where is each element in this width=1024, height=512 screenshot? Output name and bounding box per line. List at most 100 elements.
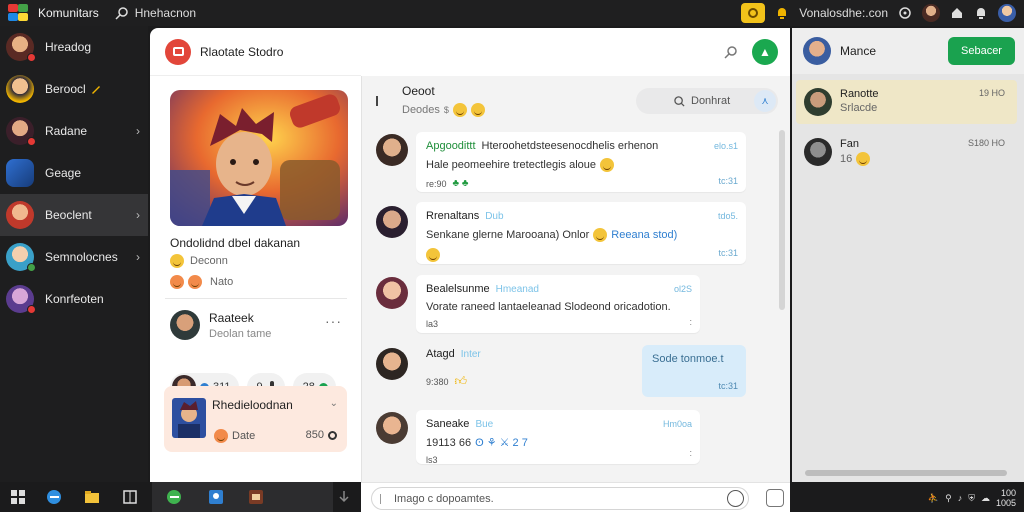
sidebar-item-hreadog[interactable]: Hreadog [0,26,148,68]
thread-sub: Deodes $ [402,103,485,117]
profile-status-text: Deconn [190,255,228,267]
own-message-bubble[interactable]: Sode tonmoe.t tc:31 [642,345,746,397]
search-icon[interactable] [115,6,129,20]
avatar [6,117,36,146]
avatar[interactable] [376,277,408,309]
more-icon[interactable]: ··· [325,313,342,329]
message-bubble[interactable]: Rrenaltans Dub tdo5. Senkane glerne Maroo… [416,202,746,264]
add-button[interactable]: ▲ [752,39,778,65]
message-bubble[interactable]: Bealelsunme Hmeanad ol2S Vorate raneed la… [416,275,700,333]
chat-area: Oeoot Deodes $ Donhrat ⋏ Apgoodittt Htero… [361,28,790,482]
conversation-item[interactable]: Fan 16 S180 HO [796,130,1017,174]
card-thumbnail [172,398,206,438]
profile-avatar[interactable] [998,4,1016,22]
bell-icon[interactable] [775,6,789,20]
avatar [804,138,832,166]
message-author[interactable]: Saneake [426,418,469,430]
emoji-icon [593,228,608,242]
message-text: Hale peomeehire tretectlegis aloue [426,159,596,171]
emoji-icon [600,158,614,172]
avatar[interactable] [803,37,831,65]
pencil-icon [91,86,100,94]
message-corner-time: tc:31 [718,176,738,186]
people-icon[interactable]: ⛹ [928,493,939,504]
message-author[interactable]: Atagd [426,348,455,360]
coins-button[interactable] [741,3,766,23]
attach-icon[interactable] [766,489,784,507]
chat-scrollbar[interactable] [779,130,785,310]
chat-search[interactable]: Donhrat ⋏ [636,88,778,114]
home-icon[interactable] [950,6,964,20]
thread-header: Oeoot Deodes $ [376,84,485,117]
message-author[interactable]: Rrenaltans [426,210,479,222]
member-row[interactable]: Raateek Deolan tame ··· [170,305,346,345]
volume-icon[interactable]: ♪ [958,493,963,503]
conversation-sub: Srlacde [840,102,878,114]
avatar[interactable] [376,206,408,238]
user-label[interactable]: Vonalosdhe:.con [799,6,888,20]
edge-icon[interactable] [46,489,62,505]
message-text: Senkane glerne Marooana) Onlor [426,229,590,241]
message-input[interactable]: Imago c dopoamtes. [371,487,749,510]
avatar [804,88,832,116]
avatar [170,310,200,340]
top-search-label[interactable]: Hnehacnon [135,6,196,20]
dollar-icon: $ [443,105,449,115]
sidebar-item-label: Konrfeoten [45,292,104,306]
message-text: Vorate raneed lantaeleanad Slodeond oric… [426,301,671,313]
emoji-icon [188,275,202,289]
sidebar-item-radane[interactable]: Radane › [0,110,148,152]
media-card[interactable]: Rhedieloodnan ⌄ Date 850 [164,386,347,452]
target-icon[interactable] [898,6,912,20]
message-author[interactable]: Apgoodittt [426,140,476,152]
conversation-name: Ranotte [840,88,879,100]
system-tray: ⛹ ⚲ ♪ ⛨ ☁ 100 1005 [928,488,1016,508]
sidebar-item-semnolocnes[interactable]: Semnolocnes › [0,236,148,278]
message-text-2: Reeana stod) [611,229,678,241]
profile-hero-image[interactable] [170,90,348,226]
sidebar-item-beoclent[interactable]: Beoclent › [0,194,148,236]
download-icon[interactable] [336,489,352,505]
user-avatar[interactable] [922,4,940,22]
folder-icon[interactable] [84,489,100,505]
sidebar-item-beroocl[interactable]: Beroocl [0,68,148,110]
store-icon[interactable] [122,489,138,505]
conversation-time: 19 HO [978,88,1005,98]
message-input-placeholder: Imago c dopoamtes. [394,492,494,505]
search-icon[interactable] [724,45,738,59]
message-bubble[interactable]: Saneake Bue Hm0oa 19113 66 ʘ ⚘ ⚔ 2 7 ls3 : [416,410,700,465]
maps-icon[interactable] [208,489,224,505]
profile-reactions[interactable]: Nato [170,275,233,289]
browser-icon[interactable] [166,489,182,505]
sidebar-item-geage[interactable]: Geage [0,152,148,194]
conversation-sub: 16 [840,152,871,166]
message-corner-time: : [689,317,692,327]
panel-scrollbar[interactable] [805,470,1007,476]
profile-panel: Rlaotate Stodro Ondolidnd dbel dakanan D… [150,28,361,482]
avatar[interactable] [376,412,408,444]
app-icon[interactable] [248,489,264,505]
message-time: tdo5. [717,211,738,221]
clock[interactable]: 100 1005 [996,488,1016,508]
card-meta: Date [214,429,255,443]
avatar[interactable] [376,348,408,380]
cloud-icon[interactable]: ☁ [981,493,990,504]
notification-icon[interactable] [974,6,988,20]
primary-action-button[interactable]: Sebacer [948,37,1015,65]
send-icon[interactable] [727,490,744,507]
chevron-down-icon[interactable]: ⌄ [330,398,338,409]
sidebar-item-konrfeoten[interactable]: Konrfeoten [0,278,148,320]
card-count-text: 850 [305,429,324,441]
reaction-icon[interactable]: ♣ ♣ [453,178,469,189]
thumbs-up-icon[interactable]: 👍︎ [455,374,468,389]
windows-icon[interactable] [10,489,26,505]
conversation-item[interactable]: Ranotte Srlacde 19 HO [796,80,1017,124]
reaction-icons[interactable]: ʘ ⚘ ⚔ 2 7 [475,436,528,449]
message-foot: re:90 [426,178,447,189]
avatar[interactable] [376,134,408,166]
network-icon[interactable]: ⚲ [945,493,952,504]
message-bubble[interactable]: Apgoodittt Hteroohetdsteesenocdhelis erhe… [416,132,746,192]
shield-icon[interactable]: ⛨ [968,493,975,504]
filter-icon[interactable]: ⋏ [754,90,776,112]
message-author[interactable]: Bealelsunme [426,283,490,295]
